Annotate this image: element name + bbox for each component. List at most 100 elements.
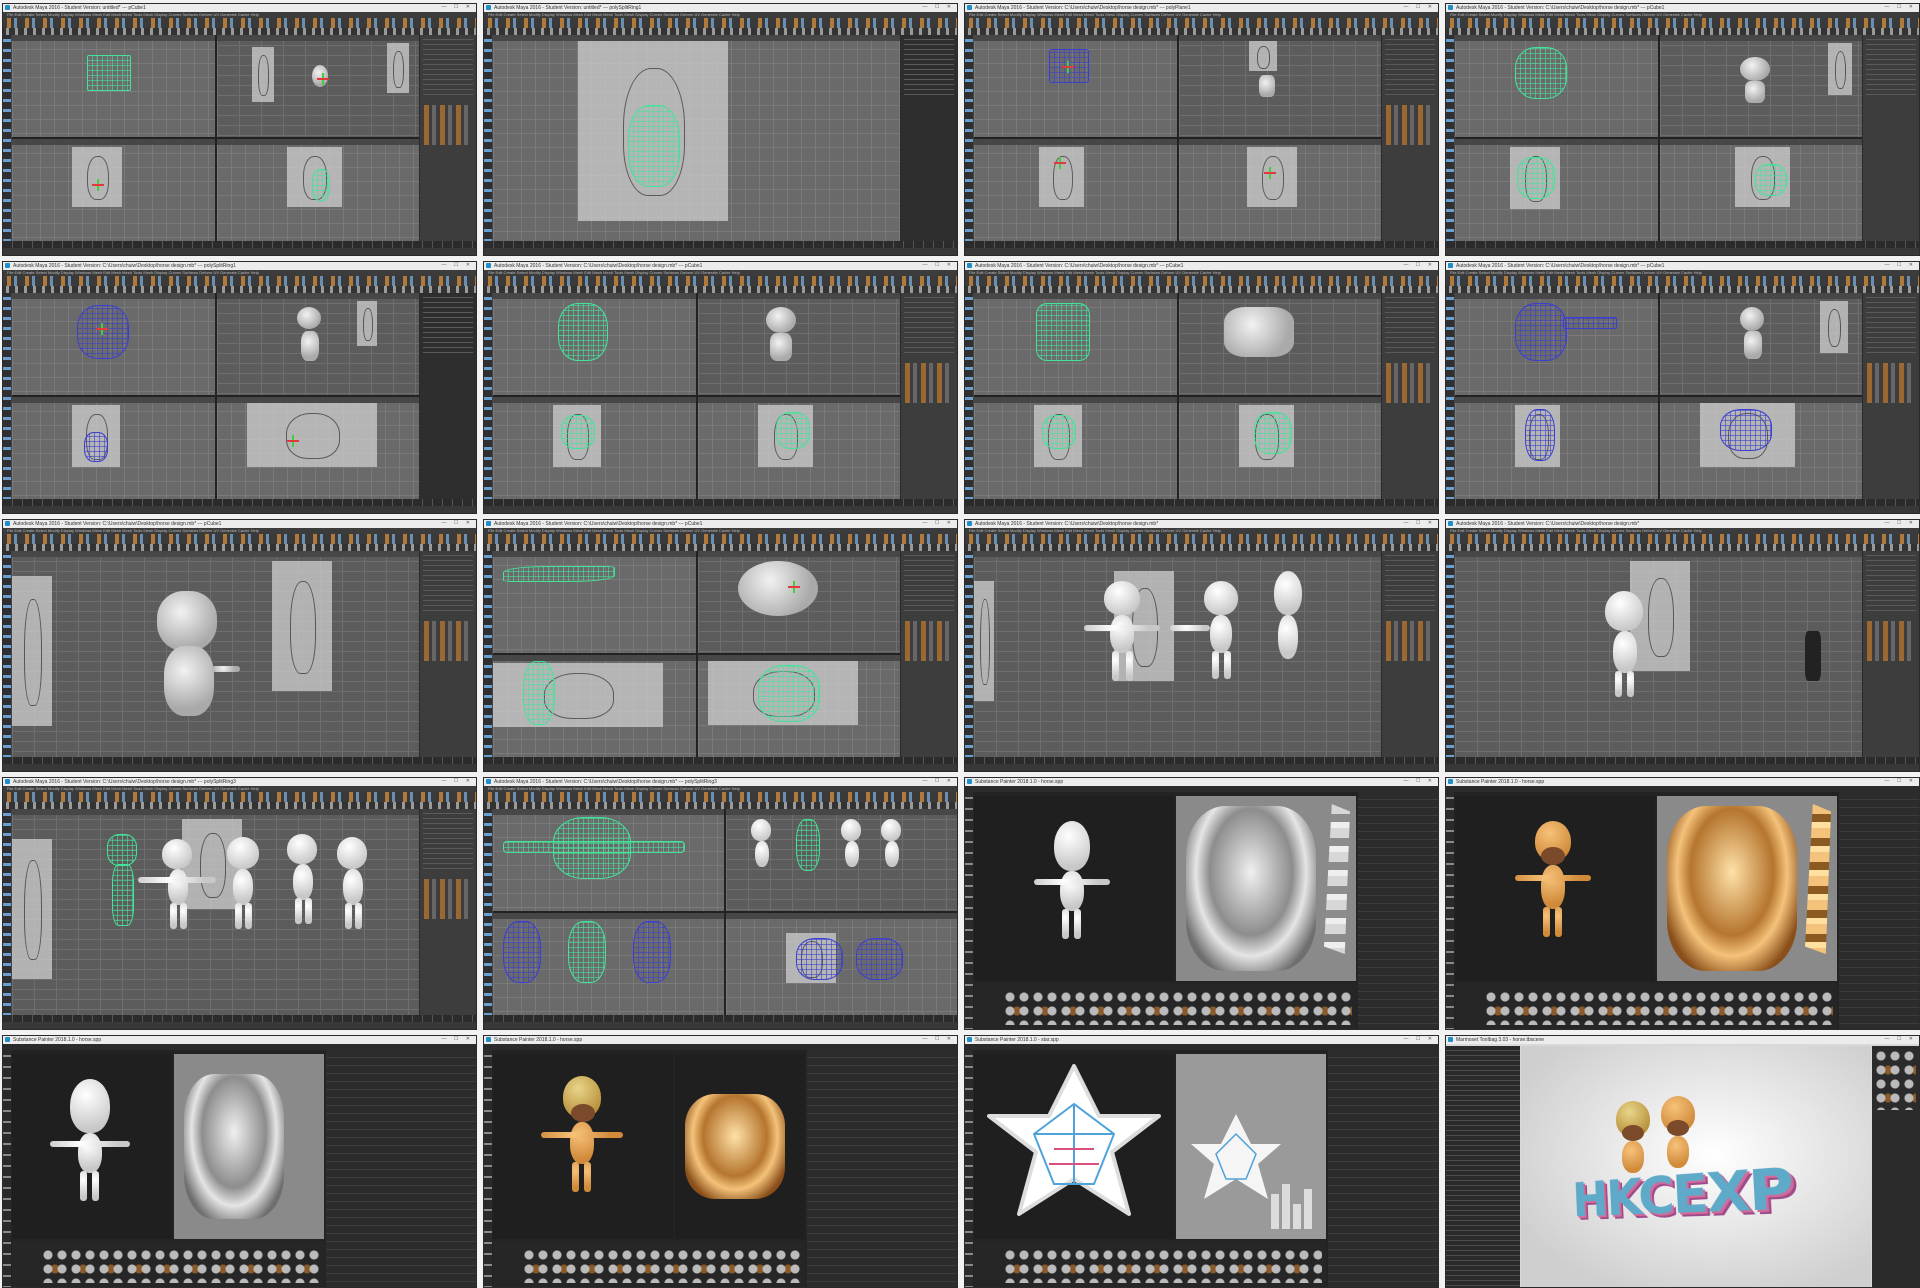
viewport-side[interactable] [1178, 397, 1381, 499]
attribute-panel[interactable] [1381, 551, 1438, 757]
viewport-top[interactable] [974, 293, 1177, 395]
scene-outliner[interactable] [1446, 1046, 1520, 1287]
viewport-3d[interactable] [493, 1054, 673, 1239]
viewport-single[interactable] [493, 35, 900, 241]
viewport-side[interactable] [1659, 139, 1862, 241]
time-slider[interactable] [1446, 499, 1919, 506]
viewport-quad[interactable] [493, 293, 900, 499]
window-controls[interactable]: — ☐ ✕ [1885, 262, 1916, 268]
viewport-persp[interactable] [12, 551, 419, 757]
time-slider[interactable] [965, 499, 1438, 506]
viewport-top[interactable] [12, 293, 215, 395]
viewport-front[interactable] [12, 397, 215, 499]
time-slider[interactable] [484, 757, 957, 764]
attribute-panel[interactable] [1381, 35, 1438, 241]
command-line[interactable] [965, 764, 1438, 771]
tool-bar[interactable] [3, 1050, 11, 1287]
time-slider[interactable] [965, 757, 1438, 764]
window-controls[interactable]: — ☐ ✕ [442, 1036, 473, 1042]
viewport-3d[interactable] [974, 1054, 1174, 1239]
attribute-panel[interactable] [419, 809, 476, 1015]
viewport-uv[interactable] [1657, 796, 1837, 981]
viewport-quad[interactable] [12, 35, 419, 241]
viewport-quad[interactable] [974, 35, 1381, 241]
time-slider[interactable] [484, 1015, 957, 1022]
viewport-persp[interactable] [726, 809, 957, 911]
viewport-3d[interactable] [12, 1054, 172, 1239]
window-controls[interactable]: — ☐ ✕ [1885, 778, 1916, 784]
tool-bar[interactable] [965, 792, 973, 1029]
attribute-panel[interactable] [1862, 551, 1919, 757]
viewport-persp[interactable] [697, 293, 900, 395]
shelf[interactable] [1446, 28, 1919, 35]
window-controls[interactable]: — ☐ ✕ [923, 262, 954, 268]
shelf[interactable] [3, 286, 476, 293]
viewport-top[interactable] [493, 293, 696, 395]
command-line[interactable] [1446, 506, 1919, 513]
viewport-persp[interactable] [1455, 551, 1862, 757]
shelf[interactable] [484, 802, 957, 809]
viewport-persp[interactable] [974, 551, 1381, 757]
command-line[interactable] [484, 1022, 957, 1029]
tool-box[interactable] [1446, 293, 1454, 499]
viewport-side[interactable] [697, 397, 900, 499]
viewport-quad[interactable] [493, 809, 957, 1015]
window-controls[interactable]: — ☐ ✕ [442, 4, 473, 10]
time-slider[interactable] [3, 241, 476, 248]
viewport-top[interactable] [1455, 35, 1658, 137]
tool-box[interactable] [3, 293, 11, 499]
shelf[interactable] [484, 286, 957, 293]
tool-box[interactable] [484, 35, 492, 241]
viewport-side[interactable] [216, 139, 419, 241]
shelf[interactable] [3, 28, 476, 35]
viewport-quad[interactable] [1455, 293, 1862, 499]
window-controls[interactable]: — ☐ ✕ [1885, 520, 1916, 526]
window-controls[interactable]: — ☐ ✕ [1404, 262, 1435, 268]
tool-bar[interactable] [1446, 792, 1454, 1029]
time-slider[interactable] [1446, 757, 1919, 764]
attribute-panel[interactable] [900, 293, 957, 499]
viewport-top[interactable] [493, 809, 724, 911]
tool-bar[interactable] [965, 1050, 973, 1287]
viewport-3d[interactable] [974, 796, 1174, 981]
window-controls[interactable]: — ☐ ✕ [442, 520, 473, 526]
viewport-front[interactable] [493, 35, 900, 241]
viewport-top[interactable] [974, 35, 1177, 137]
material-panel[interactable] [1872, 1046, 1919, 1287]
viewport-persp[interactable] [1178, 293, 1381, 395]
window-controls[interactable]: — ☐ ✕ [442, 778, 473, 784]
viewport-quad[interactable] [974, 293, 1381, 499]
shelf[interactable] [965, 28, 1438, 35]
command-line[interactable] [1446, 248, 1919, 255]
viewport-side[interactable] [216, 397, 419, 499]
outliner-panel[interactable] [419, 293, 476, 499]
viewport-top[interactable] [1455, 293, 1658, 395]
shelf[interactable] [965, 286, 1438, 293]
viewport-front[interactable] [493, 655, 696, 757]
command-line[interactable] [3, 764, 476, 771]
viewport-front[interactable] [1455, 397, 1658, 499]
viewport-persp[interactable] [216, 35, 419, 137]
properties-panel[interactable] [326, 1050, 476, 1287]
tool-box[interactable] [3, 809, 11, 1015]
tool-box[interactable] [965, 551, 973, 757]
command-line[interactable] [3, 506, 476, 513]
command-line[interactable] [1446, 764, 1919, 771]
viewport-single[interactable] [12, 551, 419, 757]
viewport-uv[interactable] [675, 1054, 805, 1239]
shelf[interactable] [3, 544, 476, 551]
command-line[interactable] [484, 506, 957, 513]
shelf[interactable] [965, 544, 1438, 551]
command-line[interactable] [3, 1022, 476, 1029]
viewport-single[interactable] [1455, 551, 1862, 757]
viewport-uv[interactable] [174, 1054, 324, 1239]
viewport-persp[interactable] [1178, 35, 1381, 137]
shelf[interactable] [3, 802, 476, 809]
viewport-persp[interactable] [12, 809, 419, 1015]
viewport-uv[interactable] [1176, 796, 1356, 981]
window-controls[interactable]: — ☐ ✕ [1404, 520, 1435, 526]
window-controls[interactable]: — ☐ ✕ [1404, 4, 1435, 10]
attribute-panel[interactable] [900, 551, 957, 757]
time-slider[interactable] [965, 241, 1438, 248]
viewport-quad[interactable] [1455, 35, 1862, 241]
